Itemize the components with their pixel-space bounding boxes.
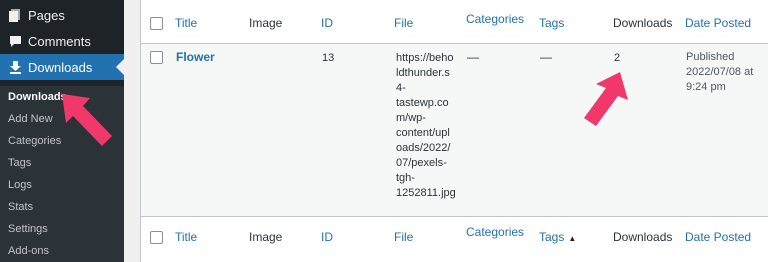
column-header-title[interactable]: Title xyxy=(175,16,197,31)
column-footer-id[interactable]: ID xyxy=(321,230,333,245)
column-footer-tags[interactable]: Tags ▲ xyxy=(539,230,576,246)
select-all-checkbox-footer[interactable] xyxy=(150,231,163,244)
column-footer-downloads: Downloads xyxy=(613,230,673,244)
downloads-table: Title Image ID File Categories Tags Down… xyxy=(140,0,768,262)
submenu-item-add-new[interactable]: Add New xyxy=(8,112,53,126)
row-categories: — xyxy=(467,50,479,64)
column-header-categories[interactable]: Categories xyxy=(466,12,524,27)
column-header-id[interactable]: ID xyxy=(321,16,333,31)
submenu-item-stats[interactable]: Stats xyxy=(8,200,33,214)
column-footer-image: Image xyxy=(249,230,283,244)
date-line: 2022/07/08 at xyxy=(686,66,754,78)
submenu-item-downloads[interactable]: Downloads xyxy=(8,90,67,104)
column-footer-file[interactable]: File xyxy=(394,230,413,245)
file-line: content/upl xyxy=(396,127,450,139)
menu-item-comments[interactable]: Comments xyxy=(0,28,124,54)
date-line: Published xyxy=(686,51,735,63)
file-line: 4- xyxy=(396,82,406,94)
row-date: Published 2022/07/08 at 9:24 pm xyxy=(686,50,762,95)
row-title-link[interactable]: Flower xyxy=(176,50,215,65)
column-header-file[interactable]: File xyxy=(394,16,413,31)
row-tags: — xyxy=(540,50,552,64)
menu-item-label: Comments xyxy=(28,33,91,49)
menu-item-label: Downloads xyxy=(28,59,93,75)
row-id: 13 xyxy=(322,52,335,64)
sort-ascending-icon: ▲ xyxy=(568,234,577,243)
table-footer: Title Image ID File Categories Tags ▲ Dow… xyxy=(141,216,768,260)
submenu-item-add-ons[interactable]: Add-ons xyxy=(8,244,49,258)
pages-icon xyxy=(8,8,22,22)
submenu-item-logs[interactable]: Logs xyxy=(8,178,32,192)
column-header-date[interactable]: Date Posted xyxy=(685,16,751,31)
column-footer-title[interactable]: Title xyxy=(175,230,197,245)
menu-item-pages[interactable]: Pages xyxy=(0,2,124,28)
menu-item-downloads[interactable]: Downloads xyxy=(0,54,124,80)
row-file-path: https://beho ldthunder.s 4- tastewp.co m… xyxy=(396,51,460,201)
file-line: m/wp- xyxy=(396,112,426,124)
file-line: tgh- xyxy=(396,172,415,184)
select-all-checkbox[interactable] xyxy=(150,17,163,30)
annotation-arrow-icon xyxy=(584,72,628,126)
column-footer-date[interactable]: Date Posted xyxy=(685,230,751,245)
table-header: Title Image ID File Categories Tags Down… xyxy=(141,0,768,44)
tags-sort-label: Tags xyxy=(539,230,565,244)
annotation-arrow-icon xyxy=(62,94,112,146)
date-line: 9:24 pm xyxy=(686,81,726,93)
file-line: oads/2022/ xyxy=(396,142,451,154)
column-header-image: Image xyxy=(249,16,283,30)
file-line: 07/pexels- xyxy=(396,157,447,169)
menu-item-label: Pages xyxy=(28,7,65,23)
file-line: https://beho xyxy=(396,52,454,64)
submenu-item-categories[interactable]: Categories xyxy=(8,134,61,148)
column-header-tags[interactable]: Tags xyxy=(539,16,564,31)
row-downloads-count: 2 xyxy=(614,52,621,64)
column-footer-categories[interactable]: Categories xyxy=(466,225,524,240)
comments-icon xyxy=(8,34,22,48)
download-icon xyxy=(8,60,22,74)
file-line: ldthunder.s xyxy=(396,67,450,79)
table-row: Flower 13 https://beho ldthunder.s 4- ta… xyxy=(141,44,768,216)
file-line: 1252811.jpg xyxy=(396,187,456,199)
row-checkbox[interactable] xyxy=(150,51,163,64)
submenu-item-settings[interactable]: Settings xyxy=(8,222,48,236)
column-header-downloads: Downloads xyxy=(613,16,673,30)
file-line: tastewp.co xyxy=(396,97,449,109)
submenu-item-tags[interactable]: Tags xyxy=(8,156,31,170)
